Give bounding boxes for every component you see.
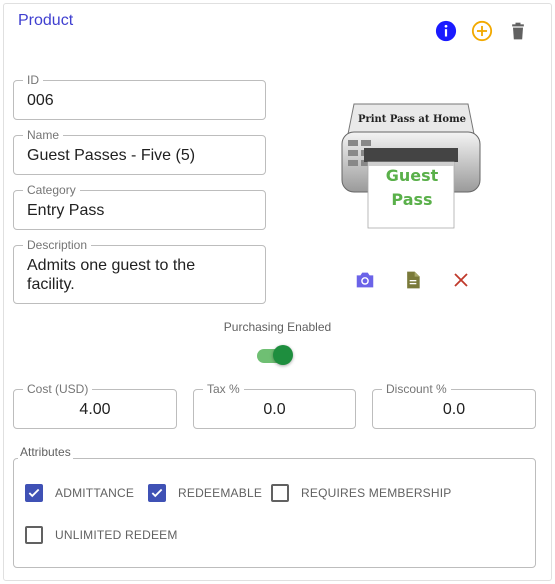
discount-value: 0.0 xyxy=(442,401,466,418)
id-label: ID xyxy=(23,73,43,87)
checkbox-unlimited-redeem[interactable]: UNLIMITED REDEEM xyxy=(25,526,178,544)
tax-field[interactable]: Tax % 0.0 xyxy=(193,382,356,429)
close-icon xyxy=(454,273,468,287)
upload-photo-button[interactable] xyxy=(353,268,377,292)
camera-icon xyxy=(356,272,374,288)
checkbox-box xyxy=(25,526,43,544)
id-value: 006 xyxy=(27,92,54,109)
remove-image-button[interactable] xyxy=(449,268,473,292)
id-field[interactable]: ID 006 xyxy=(13,73,266,120)
name-value: Guest Passes - Five (5) xyxy=(27,147,196,164)
checkbox-label: ADMITTANCE xyxy=(55,486,135,500)
checkbox-label: REQUIRES MEMBERSHIP xyxy=(301,486,452,500)
description-line-1: Admits one guest to the xyxy=(27,257,196,274)
add-button[interactable] xyxy=(470,19,494,43)
checkbox-redeemable[interactable]: REDEEMABLE xyxy=(148,484,262,502)
checkbox-box xyxy=(148,484,166,502)
discount-label: Discount % xyxy=(382,382,451,396)
category-label: Category xyxy=(23,183,80,197)
info-icon xyxy=(435,20,457,42)
delete-button[interactable] xyxy=(506,19,530,43)
card-title: Product xyxy=(18,12,74,29)
check-icon xyxy=(151,488,163,498)
check-icon xyxy=(28,488,40,498)
description-field[interactable]: Description Admits one guest to the faci… xyxy=(13,238,266,304)
purchasing-enabled-toggle[interactable] xyxy=(257,345,293,365)
discount-field[interactable]: Discount % 0.0 xyxy=(372,382,536,429)
attributes-group xyxy=(13,458,536,568)
name-label: Name xyxy=(23,128,64,142)
cost-value: 4.00 xyxy=(79,401,111,418)
checkbox-admittance[interactable]: ADMITTANCE xyxy=(25,484,134,502)
tax-label: Tax % xyxy=(203,382,244,396)
info-button[interactable] xyxy=(434,19,458,43)
category-field[interactable]: Category Entry Pass xyxy=(13,183,266,230)
checkbox-label: UNLIMITED REDEEM xyxy=(55,528,178,542)
purchasing-enabled-label: Purchasing Enabled xyxy=(223,320,332,334)
document-button[interactable] xyxy=(401,268,425,292)
checkbox-label: REDEEMABLE xyxy=(178,486,263,500)
cost-label: Cost (USD) xyxy=(23,382,93,396)
checkbox-box xyxy=(271,484,289,502)
toggle-knob xyxy=(273,345,293,365)
paper-text-line-1: Guest xyxy=(385,166,439,185)
tax-value: 0.0 xyxy=(263,401,286,418)
attributes-label: Attributes xyxy=(18,445,73,459)
trash-icon xyxy=(512,22,524,40)
description-label: Description xyxy=(23,238,92,252)
checkbox-box xyxy=(25,484,43,502)
paper-text-line-2: Pass xyxy=(391,190,433,209)
cost-field[interactable]: Cost (USD) 4.00 xyxy=(13,382,177,429)
document-icon xyxy=(407,271,420,289)
add-circle-icon xyxy=(471,20,493,42)
description-line-2: facility. xyxy=(27,276,75,293)
name-field[interactable]: Name Guest Passes - Five (5) xyxy=(13,128,266,175)
printer-caption: Print Pass at Home xyxy=(357,114,467,125)
checkbox-requires-membership[interactable]: REQUIRES MEMBERSHIP xyxy=(271,484,452,502)
category-value: Entry Pass xyxy=(27,202,105,219)
